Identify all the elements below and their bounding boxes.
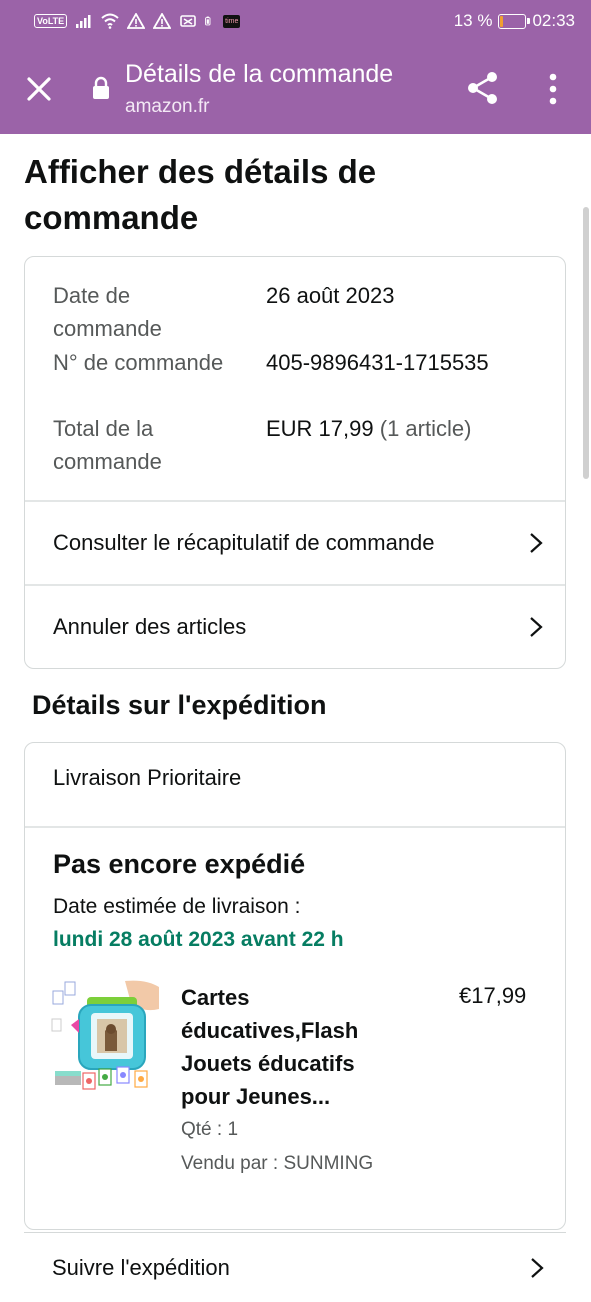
battery-percent: 13 % [453, 11, 493, 30]
product-quantity: Qté : 1 [181, 1119, 239, 1140]
shipment-card: Livraison Prioritaire Pas encore expédié… [24, 742, 566, 1230]
status-icons-left: VoLTE time [34, 13, 241, 29]
time-app-icon: time [223, 14, 241, 28]
product-seller: Vendu par : SUNMING [181, 1153, 374, 1174]
product-price: €17,99 [459, 983, 527, 1008]
track-shipment-label: Suivre l'expédition [52, 1254, 230, 1280]
shipment-section-title: Détails sur l'expédition [32, 690, 327, 720]
battery-level [500, 15, 504, 27]
battery-saver-icon [205, 16, 211, 26]
more-vert-icon[interactable] [543, 72, 563, 106]
order-date-value: 26 août 2023 [266, 283, 395, 308]
divider [25, 826, 565, 828]
battery-icon [498, 13, 531, 29]
cancel-items-link[interactable]: Annuler des articles [25, 585, 565, 668]
page-header-title: Détails de la commande [125, 60, 394, 88]
order-number-value: 405-9896431-1715535 [266, 350, 489, 375]
no-sim-icon [180, 15, 196, 27]
volte-badge: VoLTE [34, 14, 68, 28]
product-image[interactable] [51, 979, 161, 1097]
shipment-status: Pas encore expédié [53, 849, 306, 879]
close-icon[interactable] [24, 74, 54, 104]
page-domain: amazon.fr [125, 96, 210, 117]
order-total-value: EUR 17,99 [266, 416, 374, 441]
scrollbar[interactable] [583, 207, 589, 479]
status-icons-right: 13 % 02:33 [454, 11, 575, 31]
wifi-icon [101, 13, 119, 29]
warning-icon [127, 13, 146, 29]
delivery-estimate-label: Date estimée de livraison : [53, 895, 301, 918]
page-title: Afficher des détails de commande [24, 153, 377, 236]
clock: 02:33 [532, 11, 575, 30]
order-number-label: N° de commande [53, 350, 224, 375]
status-bar: VoLTE time 13 % 02:33 [0, 0, 591, 42]
cancel-items-label: Annuler des articles [53, 614, 247, 639]
view-order-summary-label: Consulter le récapitulatif de commande [53, 530, 435, 555]
custom-tab-header: Détails de la commande amazon.fr [0, 42, 591, 134]
chevron-right-icon [531, 1257, 544, 1278]
order-total-label: Total de la commande [53, 416, 162, 474]
share-icon[interactable] [466, 70, 500, 106]
order-total: EUR 17,99 (1 article) [266, 412, 471, 445]
order-total-items: (1 article) [379, 416, 472, 441]
chevron-right-icon [530, 617, 543, 637]
order-summary-card: Date de commande 26 août 2023 N° de comm… [24, 256, 566, 669]
delivery-estimate-date: lundi 28 août 2023 avant 22 h [53, 928, 344, 951]
order-date-label: Date de commande [53, 283, 162, 341]
view-order-summary-link[interactable]: Consulter le récapitulatif de commande [25, 501, 565, 585]
shipping-type: Livraison Prioritaire [53, 765, 242, 790]
warning-icon [153, 13, 172, 29]
lock-icon [93, 76, 109, 99]
chevron-right-icon [530, 533, 543, 553]
product-title-link[interactable]: Cartes éducatives,Flash Jouets éducatifs… [181, 981, 391, 1113]
signal-icon [76, 15, 91, 28]
track-shipment-link[interactable]: Suivre l'expédition [24, 1232, 566, 1302]
